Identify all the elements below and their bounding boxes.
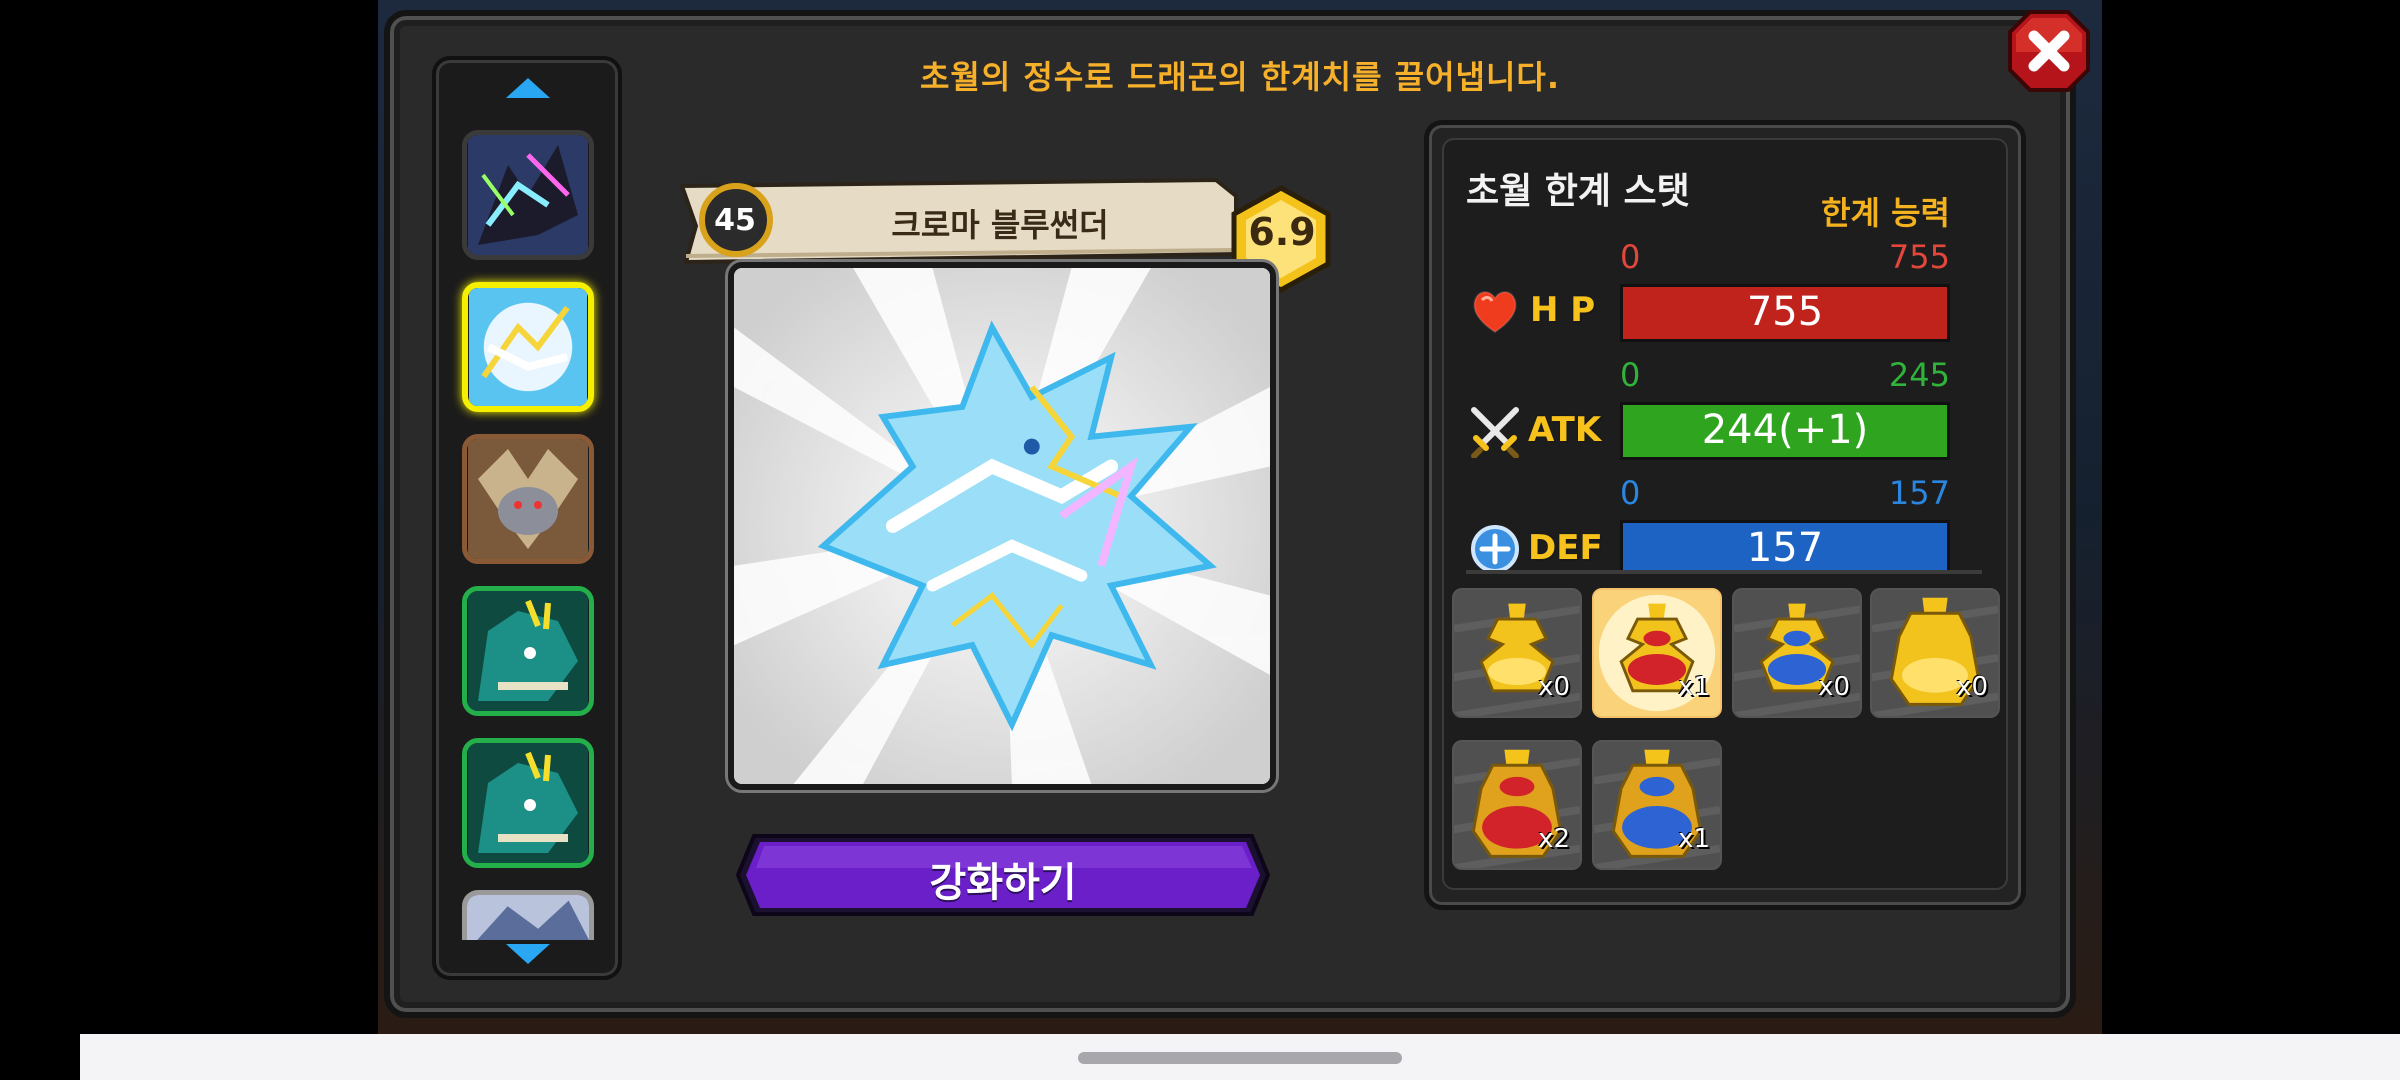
hp-bar: 755	[1620, 284, 1950, 342]
hp-label: H P	[1530, 290, 1596, 330]
hp-value: 755	[1746, 289, 1824, 335]
dragon-thumb-1[interactable]	[462, 130, 594, 260]
item-count: x1	[1678, 824, 1710, 854]
def-max: 157	[1888, 474, 1950, 512]
item-count: x0	[1538, 672, 1570, 702]
hp-max: 755	[1888, 238, 1950, 276]
close-button[interactable]	[2006, 8, 2092, 94]
atk-min: 0	[1620, 356, 1641, 394]
dragon-name: 크로마 블루썬더	[891, 206, 1109, 244]
atk-max: 245	[1888, 356, 1950, 394]
home-gesture-handle[interactable]	[1078, 1052, 1402, 1064]
item-large-gold-potion[interactable]: x0	[1870, 588, 2000, 718]
enhance-button-label[interactable]: 강화하기	[734, 850, 1272, 908]
dragon-list[interactable]	[432, 56, 622, 980]
scroll-down-icon[interactable]	[506, 944, 550, 964]
def-label: DEF	[1528, 528, 1603, 568]
close-icon	[2008, 10, 2090, 92]
stats-title: 초월 한계 스탯	[1466, 171, 1690, 212]
item-count: x0	[1818, 672, 1850, 702]
item-blue-potion[interactable]: x0	[1732, 588, 1862, 718]
def-value: 157	[1746, 525, 1824, 570]
item-count: x0	[1956, 672, 1988, 702]
item-large-blue-potion[interactable]: x1	[1592, 740, 1722, 870]
def-bar-clip: 157	[1620, 520, 1950, 570]
scroll-up-icon[interactable]	[506, 78, 550, 98]
dragon-grade: 6.9	[1248, 210, 1316, 254]
item-gold-potion[interactable]: x0	[1452, 588, 1582, 718]
def-min: 0	[1620, 474, 1641, 512]
limit-ability-label: 한계 능력	[1821, 194, 1950, 232]
item-red-potion[interactable]: x1	[1592, 588, 1722, 718]
atk-bar: 244(+1)	[1620, 402, 1950, 460]
crossed-swords-icon	[1471, 407, 1519, 458]
atk-value: 244(+1)	[1701, 407, 1869, 453]
dragon-level: 45	[714, 203, 756, 238]
item-large-red-potion[interactable]: x2	[1452, 740, 1582, 870]
item-count: x2	[1538, 824, 1570, 854]
dragon-portrait	[728, 262, 1276, 790]
shield-icon	[1471, 525, 1519, 573]
atk-label: ATK	[1528, 410, 1602, 450]
header-instruction: 초월의 정수로 드래곤의 한계치를 끌어냅니다.	[919, 58, 1561, 96]
stats-divider	[1466, 570, 1982, 574]
hp-min: 0	[1620, 238, 1641, 276]
heart-icon	[1473, 291, 1517, 334]
def-bar: 157	[1620, 520, 1950, 570]
dragon-thumb-2-selected[interactable]	[462, 282, 594, 412]
item-count: x1	[1678, 672, 1710, 702]
dragon-thumb-5[interactable]	[462, 738, 594, 868]
dragon-thumb-6[interactable]	[462, 890, 594, 940]
dragon-thumb-4[interactable]	[462, 586, 594, 716]
dragon-thumb-3[interactable]	[462, 434, 594, 564]
